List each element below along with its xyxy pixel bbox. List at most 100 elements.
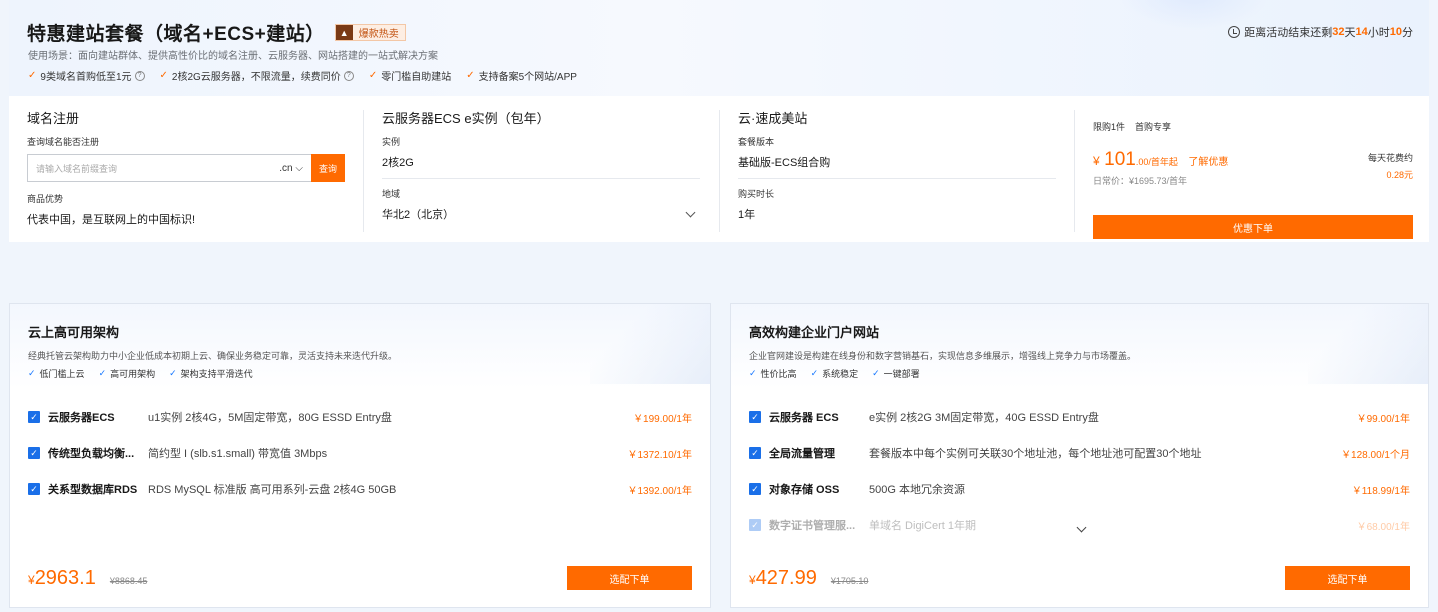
help-icon[interactable]: ?: [343, 70, 354, 81]
countdown-timer: 距离活动结束还剩 32 天 14 小时 10 分: [1228, 24, 1413, 40]
order-price-dec: .00: [1135, 157, 1149, 167]
solution-features: ✓ 性价比高 ✓ 系统稳定 ✓ 一键部署: [749, 367, 934, 380]
order-original-price: 日常价：¥1695.73/首年: [1093, 176, 1188, 186]
product-checkbox[interactable]: ✓: [749, 483, 761, 495]
check-icon: ✓: [159, 70, 168, 81]
solution-feature: ✓ 系统稳定: [811, 367, 859, 380]
ecs-region-label: 地域: [382, 189, 401, 199]
countdown-days: 32: [1332, 26, 1345, 38]
check-icon: ✓: [28, 70, 37, 81]
solution-feature-text: 架构支持平滑迭代: [180, 369, 253, 379]
product-item: ✓ 传统型负载均衡... 简约型 I (slb.s1.small) 带宽值 3M…: [28, 435, 692, 471]
solution-total: ¥ 427.99 ¥1705.10: [749, 567, 868, 590]
countdown-days-unit: 天: [1344, 27, 1356, 39]
product-name: 传统型负载均衡...: [48, 448, 135, 460]
product-checkbox[interactable]: ✓: [28, 447, 40, 459]
product-spec: u1实例 2核4G，5M固定带宽，80G ESSD Entry盘: [148, 412, 392, 424]
check-icon: ✓: [28, 368, 36, 378]
check-icon: ✓: [466, 70, 475, 81]
site-title: 云·速成美站: [738, 111, 808, 126]
ecs-region-select[interactable]: 华北2（北京）: [382, 206, 700, 230]
hero-feature: ✓ 2核2G云服务器，不限流量，续费同价 ?: [160, 68, 354, 83]
hero-features: ✓ 9类域名首购低至1元 ? ✓ 2核2G云服务器，不限流量，续费同价 ? ✓ …: [28, 68, 592, 83]
discount-info-link[interactable]: 了解优惠: [1188, 157, 1228, 168]
product-checkbox[interactable]: ✓: [28, 483, 40, 495]
solution-total: ¥ 2963.1 ¥8868.45: [28, 567, 147, 590]
hero-feature-text: 零门槛自助建站: [381, 72, 452, 83]
domain-search-input[interactable]: 请输入域名前缀查询 .cn ⌵: [27, 154, 311, 182]
product-name: 关系型数据库RDS: [48, 484, 138, 496]
hero-feature-text: 2核2G云服务器，不限流量，续费同价: [171, 72, 341, 83]
product-checkbox[interactable]: ✓: [749, 447, 761, 459]
chevron-down-icon: [685, 207, 696, 217]
solution-original-price: ¥8868.45: [109, 576, 148, 586]
solution-description: 经典托管云架构助力中小企业低成本初期上云、确保业务稳定可靠，灵活支持未来迭代升级…: [28, 351, 398, 361]
product-name: 对象存储 OSS: [769, 484, 840, 496]
check-icon: ✓: [98, 368, 107, 378]
domain-advantage-text: 代表中国，是互联网上的中国标识!: [27, 214, 196, 226]
product-price: ￥199.00/1年: [633, 413, 692, 425]
countdown-minutes: 10: [1389, 26, 1402, 38]
domain-suffix-select[interactable]: .cn ⌵: [279, 163, 311, 174]
countdown-hours-unit: 小时: [1367, 27, 1390, 39]
product-name: 云服务器 ECS: [769, 412, 839, 424]
currency-symbol: ¥: [749, 573, 756, 587]
product-price: ￥118.99/1年: [1351, 485, 1410, 497]
domain-search-button[interactable]: 查询: [311, 154, 345, 182]
hero-banner: 特惠建站套餐（域名+ECS+建站） ▲ 爆款热卖 使用场景：面向建站群体、提供高…: [9, 0, 1429, 242]
solution-total-price: 427.99: [755, 567, 817, 589]
currency-symbol: ¥: [1093, 154, 1100, 168]
domain-suffix: .cn: [279, 162, 293, 174]
countdown-minutes-unit: 分: [1402, 27, 1413, 39]
product-item: ✓ 全局流量管理 套餐版本中每个实例可关联30个地址池，每个地址池可配置30个地…: [749, 435, 1410, 471]
product-spec: 单域名 DigiCert 1年期: [869, 520, 976, 532]
page-title: 特惠建站套餐（域名+ECS+建站）: [27, 24, 325, 45]
check-icon: ✓: [368, 70, 378, 81]
product-spec: 简约型 I (slb.s1.small) 带宽值 3Mbps: [148, 448, 328, 460]
solution-feature: ✓ 高可用架构: [99, 367, 156, 380]
product-checkbox[interactable]: ✓: [749, 411, 761, 423]
ecs-instance-value: 2核2G: [382, 157, 414, 169]
product-checkbox[interactable]: ✓: [28, 411, 40, 423]
configure-order-button[interactable]: 选配下单: [567, 566, 692, 590]
domain-advantage-label: 商品优势: [27, 194, 64, 204]
site-version-value: 基础版-ECS组合购: [738, 157, 831, 169]
order-price-unit: /首年起: [1148, 157, 1178, 167]
configure-order-button[interactable]: 选配下单: [1285, 566, 1410, 590]
product-checkbox[interactable]: ✓: [749, 519, 761, 531]
hero-feature-text: 9类域名首购低至1元: [40, 72, 132, 83]
countdown-prefix: 距离活动结束还剩: [1244, 27, 1333, 39]
currency-symbol: ¥: [28, 573, 35, 587]
check-icon: ✓: [810, 368, 819, 378]
product-spec: e实例 2核2G 3M固定带宽，40G ESSD Entry盘: [869, 412, 1099, 424]
domain-title: 域名注册: [27, 111, 80, 126]
check-icon: ✓: [749, 368, 757, 378]
solution-title: 云上高可用架构: [28, 325, 120, 340]
hero-feature: ✓ 支持备案5个网站/APP: [466, 68, 577, 83]
help-icon[interactable]: ?: [134, 70, 145, 81]
flame-icon: ▲: [335, 25, 353, 40]
ecs-region-value: 华北2（北京）: [382, 209, 455, 221]
domain-section: 域名注册 查询域名能否注册 请输入域名前缀查询 .cn ⌵ 查询 商品优势 代表…: [9, 96, 363, 242]
solution-feature-text: 系统稳定: [822, 369, 859, 379]
discount-order-button[interactable]: 优惠下单: [1093, 215, 1413, 239]
order-section: 限购1件 首购专享 ¥ 101.00/首年起 了解优惠 日常价：¥1695.73…: [1074, 110, 1429, 239]
hero-feature: ✓ 9类域名首购低至1元 ?: [28, 68, 145, 83]
countdown-hours: 14: [1355, 26, 1368, 38]
product-name: 云服务器ECS: [48, 412, 115, 424]
site-version-label: 套餐版本: [738, 137, 775, 147]
solution-feature: ✓ 性价比高: [749, 367, 797, 380]
solution-card-ha-architecture: 云上高可用架构 经典托管云架构助力中小企业低成本初期上云、确保业务稳定可靠，灵活…: [9, 303, 711, 608]
solution-feature: ✓ 低门槛上云: [28, 367, 85, 380]
product-name: 数字证书管理服...: [769, 520, 856, 532]
order-tag: 限购1件: [1093, 122, 1126, 132]
product-item: ✓ 对象存储 OSS 500G 本地冗余资源 ￥118.99/1年: [749, 471, 1410, 507]
hero-title-row: 特惠建站套餐（域名+ECS+建站） ▲ 爆款热卖: [27, 19, 406, 46]
product-price: ￥128.00/1个月: [1341, 449, 1410, 461]
solution-feature-text: 性价比高: [760, 369, 797, 379]
check-icon: ✓: [169, 368, 177, 378]
product-spec: RDS MySQL 标准版 高可用系列-云盘 2核4G 50GB: [148, 484, 397, 496]
domain-search-label: 查询域名能否注册: [27, 137, 100, 147]
package-config-card: 域名注册 查询域名能否注册 请输入域名前缀查询 .cn ⌵ 查询 商品优势 代表…: [9, 96, 1429, 242]
hero-description: 使用场景：面向建站群体、提供高性价比的域名注册、云服务器、网站搭建的一站式解决方…: [28, 51, 438, 62]
